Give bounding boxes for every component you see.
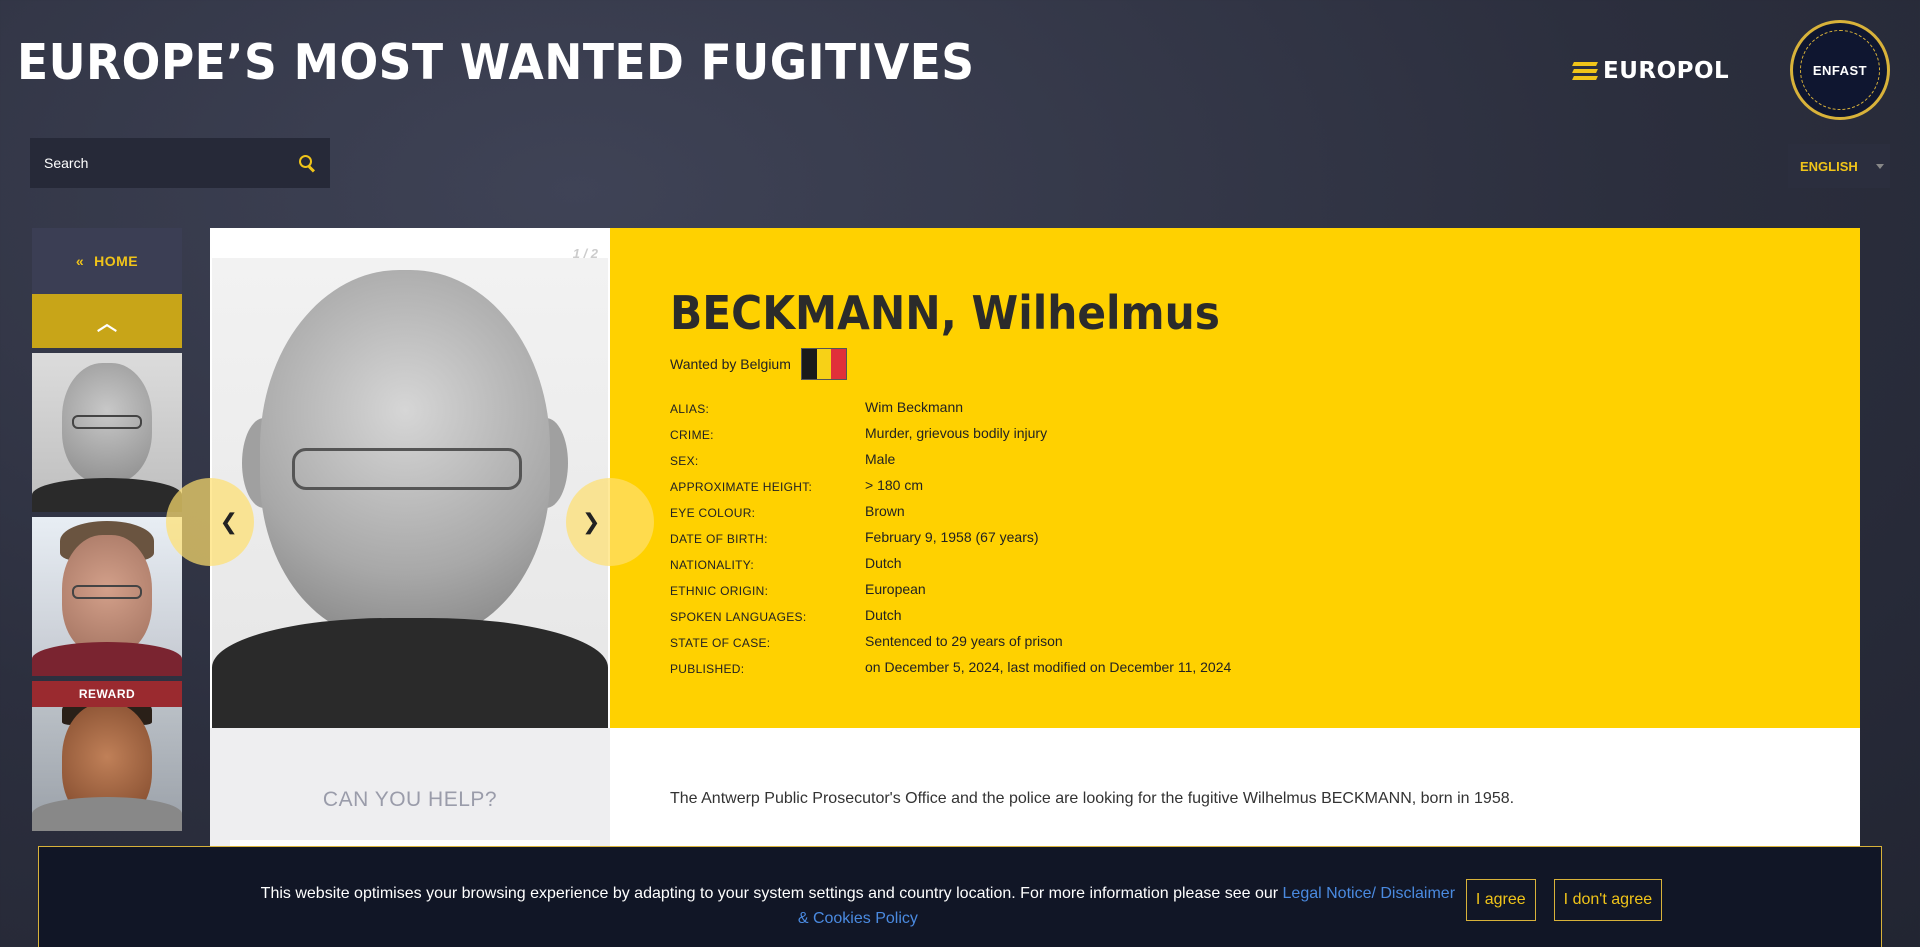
detail-value: Male	[865, 451, 896, 467]
search-box	[30, 138, 330, 188]
fugitive-thumbnail-3[interactable]: REWARD	[32, 681, 182, 831]
photo-pane: 1 / 2	[210, 228, 610, 728]
detail-row-published: PUBLISHED: on December 5, 2024, last mod…	[670, 654, 1860, 680]
cookie-message: This website optimises your browsing exp…	[260, 885, 1283, 902]
home-label: HOME	[94, 253, 139, 269]
fugitive-details: ALIAS: Wim Beckmann CRIME: Murder, griev…	[670, 394, 1860, 680]
search-input[interactable]	[44, 155, 298, 171]
fugitive-thumbnail-1[interactable]	[32, 353, 182, 512]
sidebar: « HOME ︿ REWARD	[32, 228, 182, 831]
detail-label: NATIONALITY:	[670, 558, 755, 572]
search-icon[interactable]	[298, 154, 316, 172]
caret-down-icon	[1875, 163, 1884, 169]
detail-value: on December 5, 2024, last modified on De…	[865, 659, 1232, 675]
chevron-up-icon: ︿	[97, 312, 117, 335]
detail-value: Brown	[865, 503, 905, 519]
detail-row-date-of-birth: DATE OF BIRTH: February 9, 1958 (67 year…	[670, 524, 1860, 550]
reward-badge: REWARD	[32, 681, 182, 707]
detail-label: APPROXIMATE HEIGHT:	[670, 480, 813, 494]
fugitive-photo	[212, 258, 608, 728]
detail-label: EYE COLOUR:	[670, 506, 756, 520]
info-pane: BECKMANN, Wilhelmus Wanted by Belgium AL…	[610, 228, 1860, 728]
wanted-by-row: Wanted by Belgium	[670, 348, 1860, 380]
europol-logo-text: EUROPOL	[1603, 58, 1730, 84]
detail-row-nationality: NATIONALITY: Dutch	[670, 550, 1860, 576]
cookie-actions: I agree I don't agree	[1465, 879, 1663, 921]
europol-logo-icon	[1572, 62, 1598, 80]
enfast-logo-text: ENFAST	[1800, 30, 1880, 110]
detail-value: Dutch	[865, 555, 902, 571]
detail-label: ETHNIC ORIGIN:	[670, 584, 769, 598]
detail-value: European	[865, 581, 926, 597]
detail-value: Dutch	[865, 607, 902, 623]
fugitive-thumbnail-2[interactable]	[32, 517, 182, 676]
disagree-button[interactable]: I don't agree	[1553, 879, 1663, 921]
scroll-up-button[interactable]: ︿	[32, 294, 182, 348]
detail-row-state-of-case: STATE OF CASE: Sentenced to 29 years of …	[670, 628, 1860, 654]
detail-value: February 9, 1958 (67 years)	[865, 529, 1039, 545]
detail-value: Murder, grievous bodily injury	[865, 425, 1048, 441]
detail-row-alias: ALIAS: Wim Beckmann	[670, 394, 1860, 420]
fugitive-name: BECKMANN, Wilhelmus	[670, 286, 1220, 340]
detail-label: SEX:	[670, 454, 699, 468]
cookie-text: This website optimises your browsing exp…	[258, 879, 1458, 931]
can-you-help-title: CAN YOU HELP?	[322, 788, 498, 811]
detail-row-sex: SEX: Male	[670, 446, 1860, 472]
language-selected: ENGLISH	[1800, 158, 1858, 174]
double-chevron-left-icon: «	[75, 253, 85, 269]
detail-row-crime: CRIME: Murder, grievous bodily injury	[670, 420, 1860, 446]
detail-label: SPOKEN LANGUAGES:	[670, 610, 807, 624]
home-button[interactable]: « HOME	[32, 228, 182, 294]
language-select[interactable]: ENGLISH	[1788, 144, 1890, 188]
chevron-left-icon: ❮	[219, 509, 238, 534]
belgium-flag-icon	[800, 348, 847, 380]
detail-row-languages: SPOKEN LANGUAGES: Dutch	[670, 602, 1860, 628]
detail-row-height: APPROXIMATE HEIGHT: > 180 cm	[670, 472, 1860, 498]
wanted-by-text: Wanted by Belgium	[670, 356, 791, 372]
enfast-logo[interactable]: ENFAST	[1790, 20, 1890, 120]
detail-row-eye-colour: EYE COLOUR: Brown	[670, 498, 1860, 524]
detail-label: DATE OF BIRTH:	[670, 532, 768, 546]
detail-label: PUBLISHED:	[670, 662, 745, 676]
detail-value: > 180 cm	[865, 477, 923, 493]
case-description: The Antwerp Public Prosecutor's Office a…	[670, 790, 1515, 807]
detail-value: Wim Beckmann	[865, 399, 964, 415]
next-photo-button[interactable]: ❯	[566, 478, 654, 566]
detail-label: STATE OF CASE:	[670, 636, 771, 650]
chevron-right-icon: ❯	[582, 509, 601, 534]
detail-row-ethnic-origin: ETHNIC ORIGIN: European	[670, 576, 1860, 602]
detail-value: Sentenced to 29 years of prison	[865, 633, 1063, 649]
detail-label: CRIME:	[670, 428, 714, 442]
europol-logo[interactable]: EUROPOL	[1572, 58, 1730, 84]
detail-label: ALIAS:	[670, 402, 710, 416]
fugitive-card: 1 / 2 ❮ ❯ BECKMANN, Wilhelmus Wanted by …	[166, 228, 1860, 947]
agree-button[interactable]: I agree	[1465, 879, 1536, 921]
cookie-banner: This website optimises your browsing exp…	[38, 846, 1882, 947]
site-title: EUROPE’S MOST WANTED FUGITIVES	[17, 34, 975, 91]
prev-photo-button[interactable]: ❮	[166, 478, 254, 566]
